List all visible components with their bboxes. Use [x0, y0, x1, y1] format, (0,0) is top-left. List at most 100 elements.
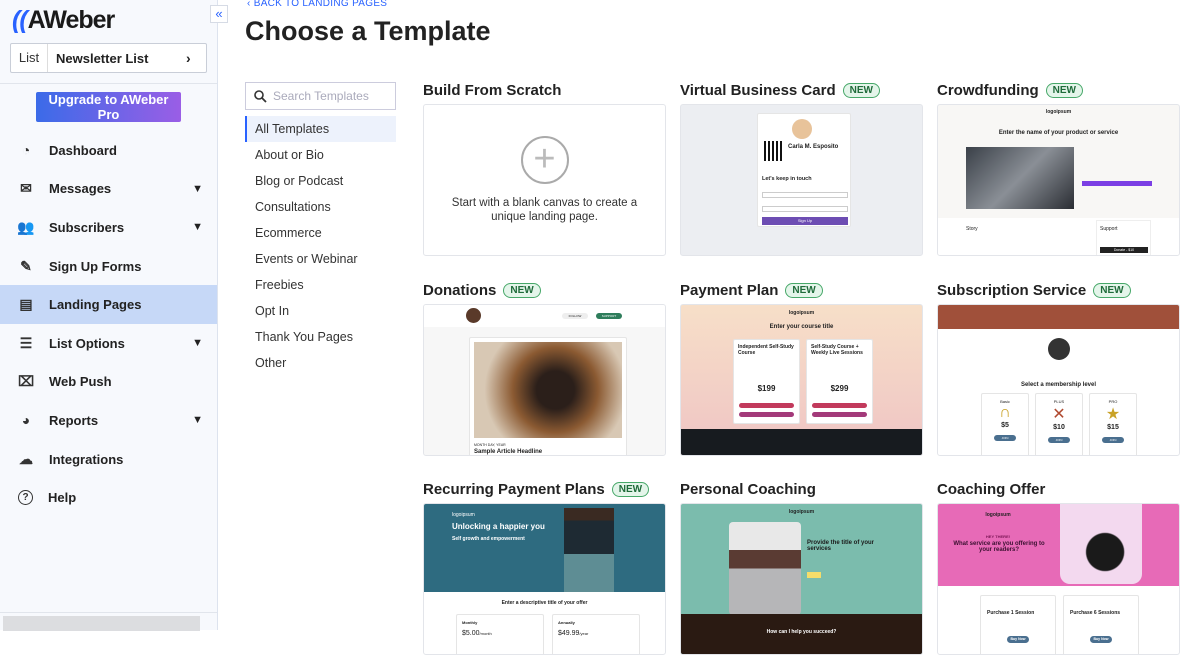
- sidebar-item-landing-pages[interactable]: ▤ Landing Pages: [0, 285, 217, 324]
- category-item[interactable]: Events or Webinar: [245, 246, 396, 272]
- thumb-headline: Select a membership level: [1020, 382, 1097, 388]
- pen-icon: ✎: [20, 257, 32, 274]
- template-title: Payment Plan: [680, 281, 779, 299]
- sidebar: ((AWeber List Newsletter List › Upgrade …: [0, 0, 218, 631]
- thumb-footer: How can I help you succeed?: [681, 614, 922, 654]
- sidebar-item-list-options[interactable]: ☰ List Options ▼: [0, 324, 217, 363]
- thumb-headline: What service are you offering to your re…: [953, 541, 1045, 553]
- sidebar-item-dashboard[interactable]: ◔ Dashboard: [0, 131, 217, 170]
- template-card[interactable]: Donations NEW FOLLOW SUPPORT MONTH DAY, YEAR…: [423, 279, 666, 456]
- buy-button: Buy Now: [1007, 636, 1029, 643]
- aweber-logo[interactable]: ((AWeber: [12, 6, 116, 35]
- plan-price: $299: [830, 384, 849, 393]
- plan-name: Self-Study Course + Weekly Live Sessions: [811, 344, 863, 356]
- search-icon: [254, 89, 267, 103]
- plan-name: Monthly: [462, 620, 478, 625]
- option-name: Purchase 6 Sessions: [1070, 610, 1121, 616]
- sidebar-item-label: Dashboard: [49, 142, 117, 158]
- list-value: Newsletter List: [56, 50, 149, 66]
- option-name: Purchase 1 Session: [987, 610, 1035, 616]
- category-item[interactable]: Opt In: [245, 298, 396, 324]
- template-thumbnail[interactable]: Carla M. Esposito Let's keep in touch Sign…: [680, 104, 923, 256]
- sidebar-scrollbar[interactable]: [0, 612, 217, 631]
- category-item[interactable]: Thank You Pages: [245, 324, 396, 350]
- form-cta: Sign Up: [762, 217, 848, 225]
- template-title: Personal Coaching: [680, 480, 816, 498]
- sidebar-item-messages[interactable]: ✉ Messages ▼: [0, 170, 217, 209]
- category-item[interactable]: About or Bio: [245, 142, 396, 168]
- template-card[interactable]: Recurring Payment Plans NEW logoipsum Unloc…: [423, 478, 666, 655]
- category-item[interactable]: Consultations: [245, 194, 396, 220]
- template-thumbnail[interactable]: FOLLOW SUPPORT MONTH DAY, YEAR Sample Artic…: [423, 304, 666, 456]
- template-card[interactable]: Build From Scratch + Start with a blank ca…: [423, 79, 666, 256]
- page-title: Choose a Template: [245, 16, 491, 46]
- sidebar-item-reports[interactable]: ◕ Reports ▼: [0, 401, 217, 440]
- template-thumbnail[interactable]: logoipsum Enter your course title Independ…: [680, 304, 923, 456]
- search-input[interactable]: [273, 89, 393, 103]
- thumb-headline: Enter the name of your product or servic…: [998, 130, 1119, 136]
- sidebar-item-label: Web Push: [49, 374, 112, 390]
- plan-name: Annually: [558, 620, 575, 625]
- sidebar-item-label: Messages: [49, 181, 112, 197]
- plan-unit: /month: [479, 631, 492, 636]
- template-thumbnail[interactable]: logoipsum HEY THERE! What service are you …: [937, 503, 1180, 655]
- category-item[interactable]: Ecommerce: [245, 220, 396, 246]
- template-thumbnail[interactable]: logoipsum Enter the name of your product …: [937, 104, 1180, 256]
- sidebar-item-web-push[interactable]: ⌧ Web Push: [0, 363, 217, 402]
- back-link-text: BACK TO LANDING PAGES: [253, 0, 388, 9]
- cloud-plug-icon: ☁: [19, 450, 33, 467]
- chevron-down-icon[interactable]: ▼: [192, 221, 203, 233]
- thumb-sub: Self growth and empowerment: [452, 536, 525, 542]
- support-button: SUPPORT: [596, 313, 622, 319]
- chevron-down-icon[interactable]: ▼: [192, 337, 203, 349]
- dashboard-gauge-icon: ◔: [21, 142, 31, 159]
- template-card[interactable]: Virtual Business Card NEW Carla M. Esposit…: [680, 79, 923, 256]
- back-link[interactable]: ‹ BACK TO LANDING PAGES: [247, 0, 387, 9]
- thumb-logo: logoipsum: [985, 512, 1011, 518]
- search-box[interactable]: [245, 82, 396, 110]
- template-card[interactable]: Payment Plan NEW logoipsum Enter your cours…: [680, 279, 923, 456]
- sidebar-item-label: Help: [48, 490, 77, 506]
- push-message-icon: ⌧: [17, 373, 35, 390]
- upgrade-button[interactable]: Upgrade to AWeber Pro: [36, 92, 181, 122]
- template-title: Donations: [423, 281, 497, 299]
- collapse-sidebar-icon[interactable]: «: [210, 5, 228, 23]
- thumb-headline: Provide the title of your services: [807, 540, 875, 552]
- template-thumbnail[interactable]: logoipsum Unlocking a happier you Self gro…: [423, 503, 666, 655]
- scratch-description: Start with a blank canvas to create a un…: [451, 197, 638, 223]
- category-item[interactable]: Freebies: [245, 272, 396, 298]
- thumb-logo: logoipsum: [788, 310, 815, 316]
- template-card[interactable]: Coaching Offer logoipsum HEY THERE! What se…: [937, 478, 1180, 655]
- thumb-logo: logoipsum: [788, 509, 815, 515]
- tier-price: $5: [1001, 422, 1009, 429]
- category-item[interactable]: All Templates: [245, 116, 396, 142]
- template-thumbnail[interactable]: + Start with a blank canvas to create a u…: [423, 104, 666, 256]
- sidebar-nav: ◔ Dashboard ✉ Messages ▼ 👥 Subscribers ▼ ✎ Sign U…: [0, 131, 217, 517]
- category-item[interactable]: Blog or Podcast: [245, 168, 396, 194]
- template-title: Crowdfunding: [937, 81, 1039, 99]
- plan-price: $5.00: [462, 630, 480, 637]
- sidebar-item-sign-up-forms[interactable]: ✎ Sign Up Forms: [0, 247, 217, 286]
- category-item[interactable]: Other: [245, 350, 396, 376]
- chevron-down-icon[interactable]: ▼: [192, 183, 203, 195]
- follow-button: FOLLOW: [562, 313, 588, 319]
- sidebar-item-subscribers[interactable]: 👥 Subscribers ▼: [0, 208, 217, 247]
- sidebar-item-help[interactable]: ? Help: [0, 478, 217, 517]
- thumb-support: Support: [1100, 226, 1118, 232]
- list-selector[interactable]: List Newsletter List ›: [10, 43, 207, 73]
- tier-price: $10: [1053, 424, 1065, 431]
- join-button: JOIN: [1102, 437, 1124, 443]
- sidebar-item-integrations[interactable]: ☁ Integrations: [0, 440, 217, 479]
- logo-text: AWeber: [27, 6, 116, 34]
- template-thumbnail[interactable]: logoipsum Provide the title of your servi…: [680, 503, 923, 655]
- template-card[interactable]: Subscription Service NEW Select a membersh…: [937, 279, 1180, 456]
- pie-chart-icon: ◕: [21, 412, 31, 429]
- template-thumbnail[interactable]: Select a membership level Basic ∩ $5 JOIN PLU…: [937, 304, 1180, 456]
- sidebar-item-label: Integrations: [49, 451, 124, 467]
- chevron-down-icon[interactable]: ▼: [192, 414, 203, 426]
- sliders-icon: ☰: [19, 334, 33, 351]
- new-badge: NEW: [503, 282, 541, 298]
- template-card[interactable]: Personal Coaching logoipsum Provide the ti…: [680, 478, 923, 655]
- template-title: Recurring Payment Plans: [423, 480, 605, 498]
- template-card[interactable]: Crowdfunding NEW logoipsum Enter the name o…: [937, 79, 1180, 256]
